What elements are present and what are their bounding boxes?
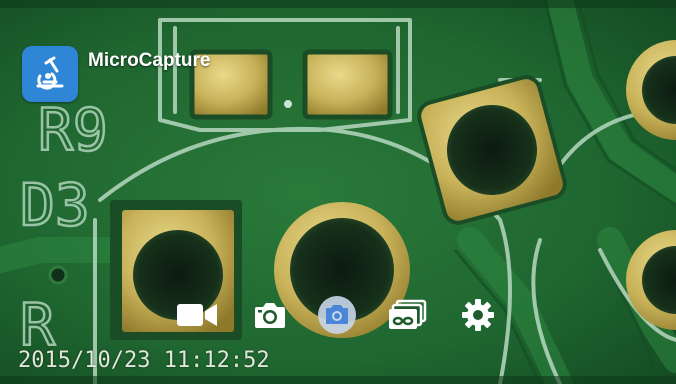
microscope-icon[interactable] (22, 46, 78, 102)
camera-view: R9 D3 R MicroCapture 2015/10/23 11:12:52 (0, 0, 676, 384)
capture-button[interactable] (315, 295, 359, 335)
gear-icon (462, 299, 494, 331)
camera-icon (255, 303, 285, 328)
video-record-button[interactable] (175, 295, 219, 335)
gallery-stack-icon (389, 299, 427, 329)
timestamp-overlay: 2015/10/23 11:12:52 (18, 348, 270, 373)
settings-button[interactable] (458, 295, 498, 335)
camera-toolbar (170, 295, 510, 335)
pcb-label-r9: R9 (38, 96, 108, 164)
photo-mode-button[interactable] (250, 295, 290, 335)
app-header: MicroCapture (22, 46, 210, 102)
video-camera-icon (177, 304, 217, 326)
pcb-label-d3: D3 (20, 171, 90, 239)
gallery-button[interactable] (385, 295, 429, 335)
app-title: MicroCapture (88, 50, 211, 71)
camera-shutter-icon (318, 296, 356, 334)
